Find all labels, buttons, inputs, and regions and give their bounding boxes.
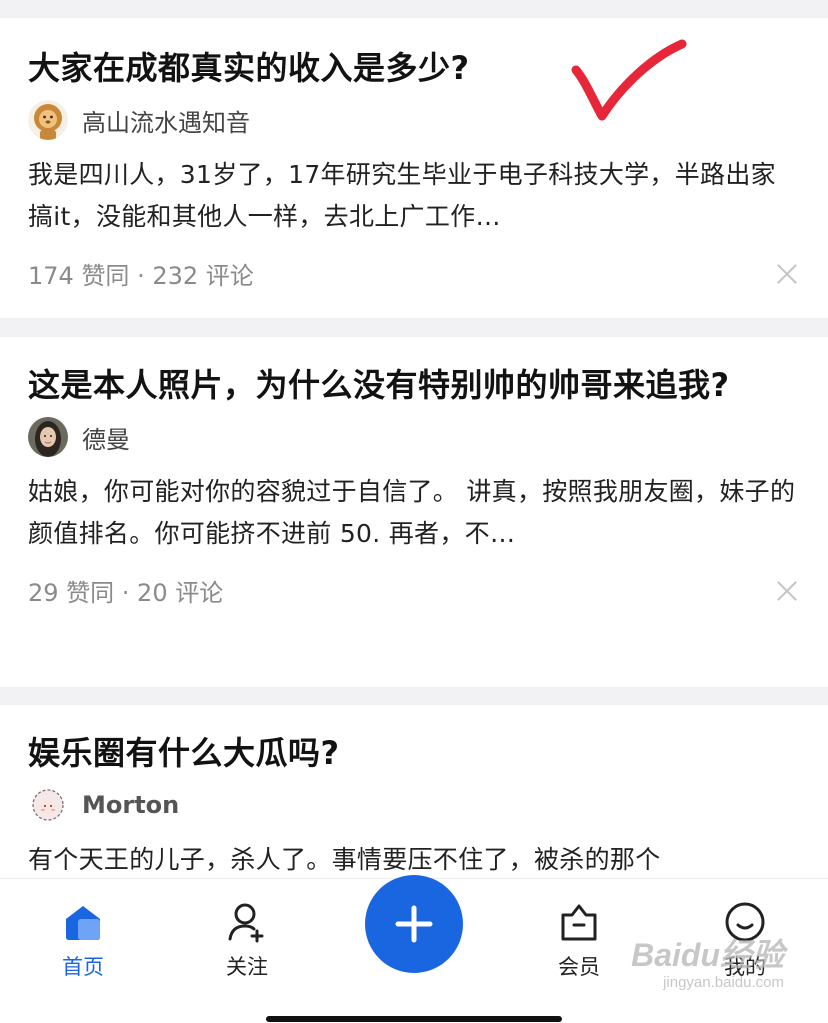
vote-comment-count: 174 赞同 · 232 评论 xyxy=(28,262,254,290)
author-name[interactable]: 德曼 xyxy=(82,420,130,455)
question-title[interactable]: 娱乐圈有什么大瓜吗? xyxy=(28,705,800,777)
feed-card[interactable]: 这是本人照片，为什么没有特别帅的帅哥来追我? 德曼 姑娘，你可能对你的容貌过于自… xyxy=(0,337,828,687)
vote-comment-count: 29 赞同 · 20 评论 xyxy=(28,579,224,607)
baidu-watermark: Baidu经验 jingyan.baidu.com xyxy=(631,930,784,991)
watermark-sub: jingyan.baidu.com xyxy=(663,974,784,991)
tab-follow[interactable]: 关注 xyxy=(187,899,307,981)
follow-icon xyxy=(228,903,264,943)
card-meta: 29 赞同 · 20 评论 xyxy=(28,573,800,608)
author-name[interactable]: 高山流水遇知音 xyxy=(82,103,250,138)
portrait-avatar-icon[interactable] xyxy=(28,417,68,457)
watermark-main: Baidu经验 xyxy=(631,937,784,973)
tab-follow-label: 关注 xyxy=(226,955,268,979)
close-icon[interactable] xyxy=(774,261,800,287)
close-icon[interactable] xyxy=(774,578,800,604)
lion-avatar-icon[interactable] xyxy=(28,100,68,140)
answer-excerpt[interactable]: 我是四川人，31岁了，17年研究生毕业于电子科技大学，半路出家搞it，没能和其他… xyxy=(28,154,800,238)
author-row[interactable]: 德曼 xyxy=(28,415,800,459)
tab-vip-label: 会员 xyxy=(558,955,600,979)
sheep-avatar-icon[interactable] xyxy=(28,785,68,825)
card-meta: 174 赞同 · 232 评论 xyxy=(28,256,800,291)
feed-card[interactable]: 大家在成都真实的收入是多少? 高山流水遇知音 我是四川人，31岁了，17年研究生… xyxy=(0,18,828,318)
create-post-button[interactable] xyxy=(365,875,463,973)
tab-home[interactable]: 首页 xyxy=(23,899,143,981)
checkmark-icon xyxy=(571,39,687,121)
author-name[interactable]: Morton xyxy=(82,791,179,819)
answer-excerpt[interactable]: 姑娘，你可能对你的容貌过于自信了。 讲真，按照我朋友圈，妹子的颜值排名。你可能挤… xyxy=(28,471,800,555)
tab-vip[interactable]: 会员 xyxy=(519,899,639,981)
home-icon xyxy=(66,906,100,940)
plus-icon xyxy=(395,905,433,943)
question-title[interactable]: 这是本人照片，为什么没有特别帅的帅哥来追我? xyxy=(28,337,800,409)
author-row[interactable]: Morton xyxy=(28,783,800,827)
tab-home-label: 首页 xyxy=(62,955,104,979)
crown-bag-icon xyxy=(561,904,597,941)
home-indicator[interactable] xyxy=(266,1016,562,1022)
